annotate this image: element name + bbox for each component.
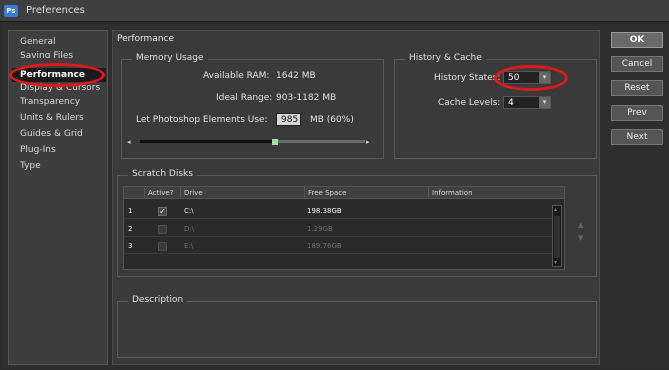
sidebar-item-saving-files[interactable]: Saving Files [12,49,106,58]
free-space-cell: 189.76GB [307,242,342,250]
memory-use-label: Let Photoshop Elements Use: [136,115,268,125]
drive-cell: C:\ [184,207,194,215]
move-down-icon[interactable]: ▼ [578,234,583,242]
cache-levels-label: Cache Levels: [438,98,501,108]
highlight-circle-history-states [494,65,568,91]
prev-button[interactable]: Prev [611,105,663,121]
table-header: Active? Drive Free Space Information [124,187,564,199]
sidebar-item-plug-ins[interactable]: Plug-Ins [12,143,106,157]
highlight-circle-performance [9,63,105,87]
scrollbar-thumb[interactable] [554,216,560,258]
row-index: 3 [128,242,133,250]
description-label: Description [128,295,188,305]
ok-button[interactable]: OK [611,32,663,48]
cache-levels-combo[interactable]: 4 ▾ [503,96,551,109]
memory-slider-fill [140,140,275,143]
move-up-icon[interactable]: ▲ [578,221,583,229]
chevron-down-icon[interactable]: ▾ [539,97,550,108]
scratch-disks-table: Active? Drive Free Space Information 1 ✓… [123,186,565,270]
active-checkbox[interactable]: ✓ [158,207,167,216]
memory-use-unit: MB (60%) [310,115,354,125]
sidebar-item-general[interactable]: General [12,35,106,49]
drive-cell: D:\ [184,225,195,233]
scroll-down-icon[interactable]: ▾ [554,259,557,266]
row-index: 1 [128,207,133,215]
slider-left-arrow-icon[interactable]: ◂ [127,138,131,146]
history-states-label: History States: [434,73,501,83]
sidebar-item-units-rulers[interactable]: Units & Rulers [12,111,106,125]
free-space-cell: 1.29GB [307,225,333,233]
slider-right-arrow-icon[interactable]: ▸ [366,138,370,146]
cache-levels-value: 4 [508,98,514,108]
active-checkbox[interactable] [158,242,167,251]
active-checkbox[interactable] [158,225,167,234]
next-button[interactable]: Next [611,129,663,145]
table-row[interactable]: 2 D:\ 1.29GB [124,222,552,237]
description-group: Description [117,295,597,358]
table-row[interactable]: 3 E:\ 189.76GB [124,239,552,254]
column-information: Information [428,187,552,199]
scratch-disks-label: Scratch Disks [128,169,197,179]
memory-usage-label: Memory Usage [132,53,208,63]
cancel-button[interactable]: Cancel [611,56,663,72]
available-ram-label: Available RAM: [203,71,270,81]
memory-use-input[interactable]: 985 [276,113,301,126]
panel-title: Performance [117,34,175,44]
ideal-range-label: Ideal Range: [216,93,273,103]
sidebar-item-transparency[interactable]: Transparency [12,95,106,109]
history-cache-label: History & Cache [405,53,486,63]
row-index: 2 [128,225,133,233]
sidebar-item-guides-grid[interactable]: Guides & Grid [12,127,106,141]
table-row[interactable]: 1 ✓ C:\ 198.38GB [124,204,552,219]
column-free-space: Free Space [304,187,428,199]
scroll-up-icon[interactable]: ▴ [554,206,557,213]
drive-cell: E:\ [184,242,194,250]
title-bar: Ps Preferences [0,0,669,22]
free-space-cell: 198.38GB [307,207,342,215]
available-ram-value: 1642 MB [276,71,316,81]
memory-slider-thumb[interactable] [272,139,278,145]
sidebar-item-type[interactable]: Type [12,159,106,173]
column-active: Active? [144,187,174,199]
memory-slider[interactable] [140,139,365,145]
ideal-range-value: 903-1182 MB [276,93,337,103]
column-drive: Drive [180,187,304,199]
window-title: Preferences [26,5,85,16]
app-icon: Ps [4,5,18,17]
reset-button[interactable]: Reset [611,80,663,96]
table-scrollbar[interactable]: ▴ ▾ [552,205,562,267]
